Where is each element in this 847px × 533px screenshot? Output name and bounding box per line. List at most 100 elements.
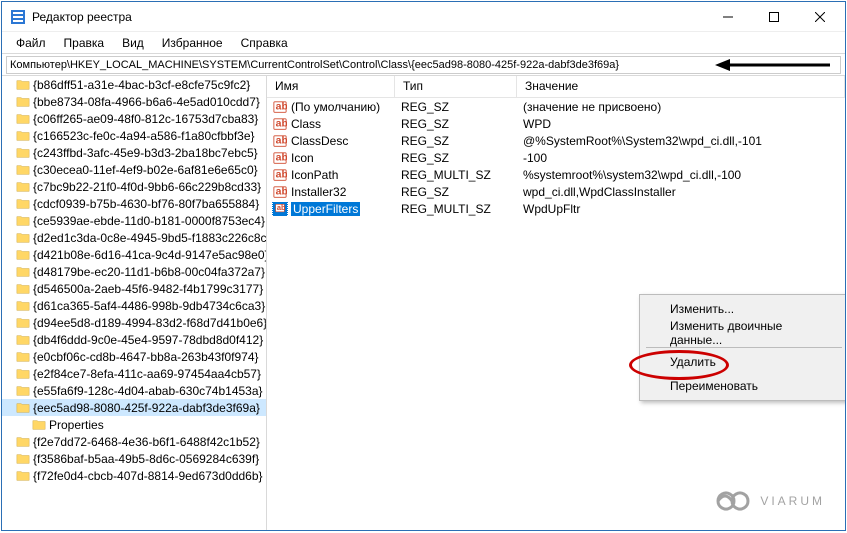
watermark: VIARUM	[710, 487, 825, 515]
tree-item[interactable]: {e55fa6f9-128c-4d04-abab-630c74b1453a}	[2, 382, 266, 399]
tree-item[interactable]: {d546500a-2aeb-45f6-9482-f4b1799c3177}	[2, 280, 266, 297]
value-type: REG_SZ	[401, 100, 449, 114]
value-name: UpperFilters	[291, 202, 360, 216]
tree-item[interactable]: {d48179be-ec20-11d1-b6b8-00c04fa372a7}	[2, 263, 266, 280]
col-type[interactable]: Тип	[395, 76, 517, 97]
ctx-separator	[646, 347, 842, 348]
string-value-icon: ab	[273, 151, 287, 165]
menu-file[interactable]: Файл	[8, 34, 54, 52]
tree-item[interactable]: {b86dff51-a31e-4bac-b3cf-e8cfe75c9fc2}	[2, 76, 266, 93]
tree-item[interactable]: {d94ee5d8-d189-4994-83d2-f68d7d41b0e6}	[2, 314, 266, 331]
value-data: %systemroot%\system32\wpd_ci.dll,-100	[523, 168, 741, 182]
menu-favorites[interactable]: Избранное	[154, 34, 231, 52]
folder-icon	[16, 78, 30, 92]
list-row[interactable]: abClassDescREG_SZ@%SystemRoot%\System32\…	[267, 132, 845, 149]
svg-text:ab: ab	[276, 151, 287, 163]
folder-icon	[16, 333, 30, 347]
string-value-icon: ab	[273, 185, 287, 199]
tree-item-label: {d94ee5d8-d189-4994-83d2-f68d7d41b0e6}	[33, 316, 267, 330]
ctx-modify-binary[interactable]: Изменить двоичные данные...	[642, 321, 845, 345]
value-data: @%SystemRoot%\System32\wpd_ci.dll,-101	[523, 134, 762, 148]
list-row[interactable]: abClassREG_SZWPD	[267, 115, 845, 132]
titlebar[interactable]: Редактор реестра	[2, 2, 845, 32]
tree-item[interactable]: {c06ff265-ae09-48f0-812c-16753d7cba83}	[2, 110, 266, 127]
tree-item[interactable]: {f2e7dd72-6468-4e36-b6f1-6488f42c1b52}	[2, 433, 266, 450]
tree-item-label: {bbe8734-08fa-4966-b6a6-4e5ad010cdd7}	[33, 95, 260, 109]
tree-item[interactable]: {c30ecea0-11ef-4ef9-b02e-6af81e6e65c0}	[2, 161, 266, 178]
tree-item[interactable]: {e2f84ce7-8efa-411c-aa69-97454aa4cb57}	[2, 365, 266, 382]
list-row[interactable]: abIconPathREG_MULTI_SZ%systemroot%\syste…	[267, 166, 845, 183]
address-input[interactable]	[6, 56, 841, 74]
close-button[interactable]	[797, 2, 843, 32]
tree-item[interactable]: {f3586baf-b5aa-49b5-8d6c-0569284c639f}	[2, 450, 266, 467]
tree-item[interactable]: {c166523c-fe0c-4a94-a586-f1a80cfbbf3e}	[2, 127, 266, 144]
col-value[interactable]: Значение	[517, 76, 845, 97]
value-type: REG_SZ	[401, 185, 449, 199]
folder-icon	[16, 163, 30, 177]
col-name[interactable]: Имя	[267, 76, 395, 97]
list-row[interactable]: abUpperFiltersREG_MULTI_SZWpdUpFltr	[267, 200, 845, 217]
tree-item-label: {c166523c-fe0c-4a94-a586-f1a80cfbbf3e}	[33, 129, 255, 143]
folder-icon	[16, 214, 30, 228]
menu-help[interactable]: Справка	[233, 34, 296, 52]
tree-item-label: {e55fa6f9-128c-4d04-abab-630c74b1453a}	[33, 384, 263, 398]
tree-item[interactable]: {d61ca365-5af4-4486-998b-9db4734c6ca3}	[2, 297, 266, 314]
value-name: (По умолчанию)	[291, 100, 380, 114]
tree-item-label: {c7bc9b22-21f0-4f0d-9bb6-66c229b8cd33}	[33, 180, 261, 194]
value-data: (значение не присвоено)	[523, 100, 661, 114]
folder-icon	[32, 418, 46, 432]
folder-icon	[16, 469, 30, 483]
value-name: ClassDesc	[291, 134, 348, 148]
folder-icon	[16, 248, 30, 262]
maximize-button[interactable]	[751, 2, 797, 32]
folder-icon	[16, 231, 30, 245]
tree-item[interactable]: {f72fe0d4-cbcb-407d-8814-9ed673d0dd6b}	[2, 467, 266, 484]
tree-item-label: {b86dff51-a31e-4bac-b3cf-e8cfe75c9fc2}	[33, 78, 250, 92]
folder-icon	[16, 367, 30, 381]
tree-item[interactable]: {e0cbf06c-cd8b-4647-bb8a-263b43f0f974}	[2, 348, 266, 365]
folder-icon	[16, 299, 30, 313]
svg-text:ab: ab	[276, 185, 287, 197]
tree-item[interactable]: {cdcf0939-b75b-4630-bf76-80f7ba655884}	[2, 195, 266, 212]
tree-item[interactable]: {bbe8734-08fa-4966-b6a6-4e5ad010cdd7}	[2, 93, 266, 110]
tree-item-label: {d2ed1c3da-0c8e-4945-9bd5-f1883c226c8c}	[33, 231, 267, 245]
folder-icon	[16, 452, 30, 466]
value-type: REG_SZ	[401, 151, 449, 165]
ctx-rename[interactable]: Переименовать	[642, 374, 845, 398]
list-row[interactable]: ab(По умолчанию)REG_SZ(значение не присв…	[267, 98, 845, 115]
folder-icon	[16, 401, 30, 415]
minimize-button[interactable]	[705, 2, 751, 32]
list-row[interactable]: abInstaller32REG_SZwpd_ci.dll,WpdClassIn…	[267, 183, 845, 200]
tree-item[interactable]: {d421b08e-6d16-41ca-9c4d-9147e5ac98e0}	[2, 246, 266, 263]
menubar: Файл Правка Вид Избранное Справка	[2, 32, 845, 54]
folder-icon	[16, 146, 30, 160]
address-bar	[2, 54, 845, 76]
tree-item-label: {f72fe0d4-cbcb-407d-8814-9ed673d0dd6b}	[33, 469, 263, 483]
menu-edit[interactable]: Правка	[56, 34, 113, 52]
tree-item-label: {e2f84ce7-8efa-411c-aa69-97454aa4cb57}	[33, 367, 261, 381]
tree-item-label: {cdcf0939-b75b-4630-bf76-80f7ba655884}	[33, 197, 259, 211]
tree-item[interactable]: {c7bc9b22-21f0-4f0d-9bb6-66c229b8cd33}	[2, 178, 266, 195]
ctx-modify[interactable]: Изменить...	[642, 297, 845, 321]
list-row[interactable]: abIconREG_SZ-100	[267, 149, 845, 166]
tree-item-label: {ce5939ae-ebde-11d0-b181-0000f8753ec4}	[33, 214, 265, 228]
tree-item-label: {d546500a-2aeb-45f6-9482-f4b1799c3177}	[33, 282, 263, 296]
value-type: REG_SZ	[401, 134, 449, 148]
tree-item-label: {c06ff265-ae09-48f0-812c-16753d7cba83}	[33, 112, 258, 126]
folder-icon	[16, 180, 30, 194]
folder-icon	[16, 197, 30, 211]
tree-item[interactable]: {eec5ad98-8080-425f-922a-dabf3de3f69a}	[2, 399, 266, 416]
tree-item[interactable]: Properties	[2, 416, 266, 433]
tree-item-label: {d421b08e-6d16-41ca-9c4d-9147e5ac98e0}	[33, 248, 267, 262]
svg-text:ab: ab	[276, 117, 287, 129]
ctx-delete[interactable]: Удалить	[642, 350, 845, 374]
tree-item[interactable]: {c243ffbd-3afc-45e9-b3d3-2ba18bc7ebc5}	[2, 144, 266, 161]
list-body[interactable]: ab (По умолчанию) REG_SZ (значение не присв…	[267, 98, 845, 217]
tree-item[interactable]: {d2ed1c3da-0c8e-4945-9bd5-f1883c226c8c}	[2, 229, 266, 246]
folder-icon	[16, 129, 30, 143]
tree-item[interactable]: {db4f6ddd-9c0e-45e4-9597-78dbd8d0f412}	[2, 331, 266, 348]
tree-item-label: {eec5ad98-8080-425f-922a-dabf3de3f69a}	[33, 401, 260, 415]
tree-item[interactable]: {ce5939ae-ebde-11d0-b181-0000f8753ec4}	[2, 212, 266, 229]
tree-pane[interactable]: {b86dff51-a31e-4bac-b3cf-e8cfe75c9fc2} {b…	[2, 76, 267, 530]
menu-view[interactable]: Вид	[114, 34, 152, 52]
